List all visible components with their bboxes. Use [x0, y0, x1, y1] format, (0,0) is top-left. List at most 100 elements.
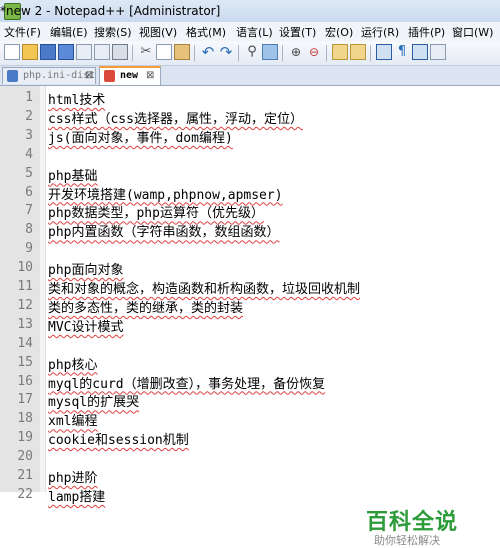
code-line[interactable]: 1 html技术 — [0, 88, 500, 108]
code-text[interactable]: 开发环境搭建(wamp,phpnow,apmser) — [48, 184, 283, 203]
menu-file[interactable]: 文件(F) — [4, 24, 41, 40]
code-text[interactable]: 类的多态性，类的继承，类的封装 — [48, 297, 243, 316]
close-icon[interactable] — [76, 44, 92, 60]
sync-v-icon[interactable] — [332, 44, 348, 60]
code-line[interactable]: 5 php基础 — [0, 164, 500, 184]
menu-plugins[interactable]: 插件(P) — [408, 24, 445, 40]
code-text[interactable]: php核心 — [48, 354, 97, 373]
code-text[interactable]: css样式（css选择器，属性，浮动，定位） — [48, 108, 303, 127]
line-number: 9 — [25, 241, 33, 257]
doc-map-icon[interactable] — [430, 44, 446, 60]
code-text[interactable]: lamp搭建 — [48, 486, 105, 505]
menu-macro[interactable]: 宏(O) — [325, 24, 353, 40]
line-number: 19 — [17, 430, 33, 446]
code-text[interactable]: js(面向对象，事件，dom编程) — [48, 127, 233, 146]
print-icon[interactable] — [112, 44, 128, 60]
menu-window[interactable]: 窗口(W) — [452, 24, 493, 40]
menu-edit[interactable]: 编辑(E) — [50, 24, 88, 40]
toolbar-separator — [238, 45, 239, 61]
code-text[interactable]: php数据类型，php运算符（优先级） — [48, 202, 264, 221]
code-text[interactable]: myql的curd（增删改查），事务处理，备份恢复 — [48, 373, 325, 392]
editor-area[interactable]: 1 html技术 2 css样式（css选择器，属性，浮动，定位） 3 js(面向对象，事… — [0, 86, 500, 547]
code-text[interactable]: php进阶 — [48, 467, 97, 486]
code-line[interactable]: 2 css样式（css选择器，属性，浮动，定位） — [0, 107, 500, 127]
code-line[interactable]: 6 开发环境搭建(wamp,phpnow,apmser) — [0, 183, 500, 203]
line-number: 17 — [17, 392, 33, 408]
tab-label: new — [120, 70, 139, 81]
toolbar: ✂ ↶ ↷ ⚲ ⊕ ⊖ ¶ — [0, 41, 500, 66]
code-line[interactable]: 11 类和对象的概念，构造函数和析构函数，垃圾回收机制 — [0, 277, 500, 297]
code-line[interactable]: 7 php数据类型，php运算符（优先级） — [0, 201, 500, 221]
paste-icon[interactable] — [174, 44, 190, 60]
copy-icon[interactable] — [156, 44, 172, 60]
line-number: 16 — [17, 373, 33, 389]
line-number: 8 — [25, 222, 33, 238]
cut-icon[interactable]: ✂ — [138, 44, 154, 60]
code-text[interactable]: cookie和session机制 — [48, 429, 189, 448]
code-line[interactable]: 18 xml编程 — [0, 409, 500, 429]
code-line[interactable]: 15 php核心 — [0, 353, 500, 373]
tab-new[interactable]: new ⊠ — [99, 66, 161, 85]
code-line[interactable]: 4 — [0, 145, 500, 164]
code-text[interactable]: php内置函数（字符串函数，数组函数） — [48, 221, 279, 240]
title-bar: *new 2 - Notepad++ [Administrator] — [0, 0, 500, 23]
open-file-icon[interactable] — [22, 44, 38, 60]
code-line[interactable]: 13 MVC设计模式 — [0, 315, 500, 335]
menu-search[interactable]: 搜索(S) — [94, 24, 132, 40]
code-line[interactable]: 21 php进阶 — [0, 466, 500, 486]
code-text[interactable]: php面向对象 — [48, 259, 123, 278]
toolbar-separator — [370, 45, 371, 61]
menu-format[interactable]: 格式(M) — [186, 24, 226, 40]
line-number: 3 — [25, 127, 33, 143]
indent-guide-icon[interactable] — [412, 44, 428, 60]
redo-icon[interactable]: ↷ — [218, 44, 234, 60]
code-line[interactable]: 17 mysql的扩展哭 — [0, 390, 500, 410]
line-number: 10 — [17, 260, 33, 276]
find-icon[interactable]: ⚲ — [244, 44, 260, 60]
save-all-icon[interactable] — [58, 44, 74, 60]
menu-language[interactable]: 语言(L) — [236, 24, 273, 40]
code-line[interactable]: 16 myql的curd（增删改查），事务处理，备份恢复 — [0, 372, 500, 392]
code-line[interactable]: 19 cookie和session机制 — [0, 428, 500, 448]
code-line[interactable]: 20 — [0, 447, 500, 466]
line-number: 15 — [17, 354, 33, 370]
menu-bar: 文件(F) 编辑(E) 搜索(S) 视图(V) 格式(M) 语言(L) 设置(T… — [0, 22, 500, 42]
code-line[interactable]: 10 php面向对象 — [0, 258, 500, 278]
code-text[interactable]: xml编程 — [48, 410, 97, 429]
zoom-in-icon[interactable]: ⊕ — [288, 44, 304, 60]
code-text[interactable]: php基础 — [48, 165, 97, 184]
close-all-icon[interactable] — [94, 44, 110, 60]
code-text[interactable]: html技术 — [48, 89, 105, 108]
line-number: 22 — [17, 486, 33, 502]
watermark: 百科全说 助你轻松解决 — [366, 504, 476, 547]
close-tab-icon[interactable]: ⊠ — [146, 70, 154, 81]
code-text[interactable]: 类和对象的概念，构造函数和析构函数，垃圾回收机制 — [48, 278, 360, 297]
replace-icon[interactable] — [262, 44, 278, 60]
toolbar-separator — [282, 45, 283, 61]
code-line[interactable]: 3 js(面向对象，事件，dom编程) — [0, 126, 500, 146]
line-number: 11 — [17, 279, 33, 294]
line-number: 7 — [25, 203, 33, 219]
word-wrap-icon[interactable] — [376, 44, 392, 60]
line-number: 21 — [17, 468, 33, 483]
tab-php-ini-dist[interactable]: php.ini-dist ⊠ — [2, 67, 96, 84]
sync-h-icon[interactable] — [350, 44, 366, 60]
code-text[interactable]: mysql的扩展哭 — [48, 391, 139, 410]
toolbar-separator — [132, 45, 133, 61]
code-line[interactable]: 22 lamp搭建 — [0, 485, 500, 505]
zoom-out-icon[interactable]: ⊖ — [306, 44, 322, 60]
menu-run[interactable]: 运行(R) — [361, 24, 399, 40]
code-line[interactable]: 8 php内置函数（字符串函数，数组函数） — [0, 220, 500, 240]
menu-view[interactable]: 视图(V) — [139, 24, 177, 40]
code-text[interactable]: MVC设计模式 — [48, 316, 123, 335]
code-line[interactable]: 14 — [0, 334, 500, 353]
show-all-chars-icon[interactable]: ¶ — [394, 44, 410, 60]
menu-settings[interactable]: 设置(T) — [279, 24, 316, 40]
close-tab-icon[interactable]: ⊠ — [85, 70, 93, 81]
save-icon[interactable] — [40, 44, 56, 60]
line-number: 20 — [17, 449, 33, 465]
new-file-icon[interactable] — [4, 44, 20, 60]
undo-icon[interactable]: ↶ — [200, 44, 216, 60]
code-line[interactable]: 9 — [0, 239, 500, 258]
code-line[interactable]: 12 类的多态性，类的继承，类的封装 — [0, 296, 500, 316]
